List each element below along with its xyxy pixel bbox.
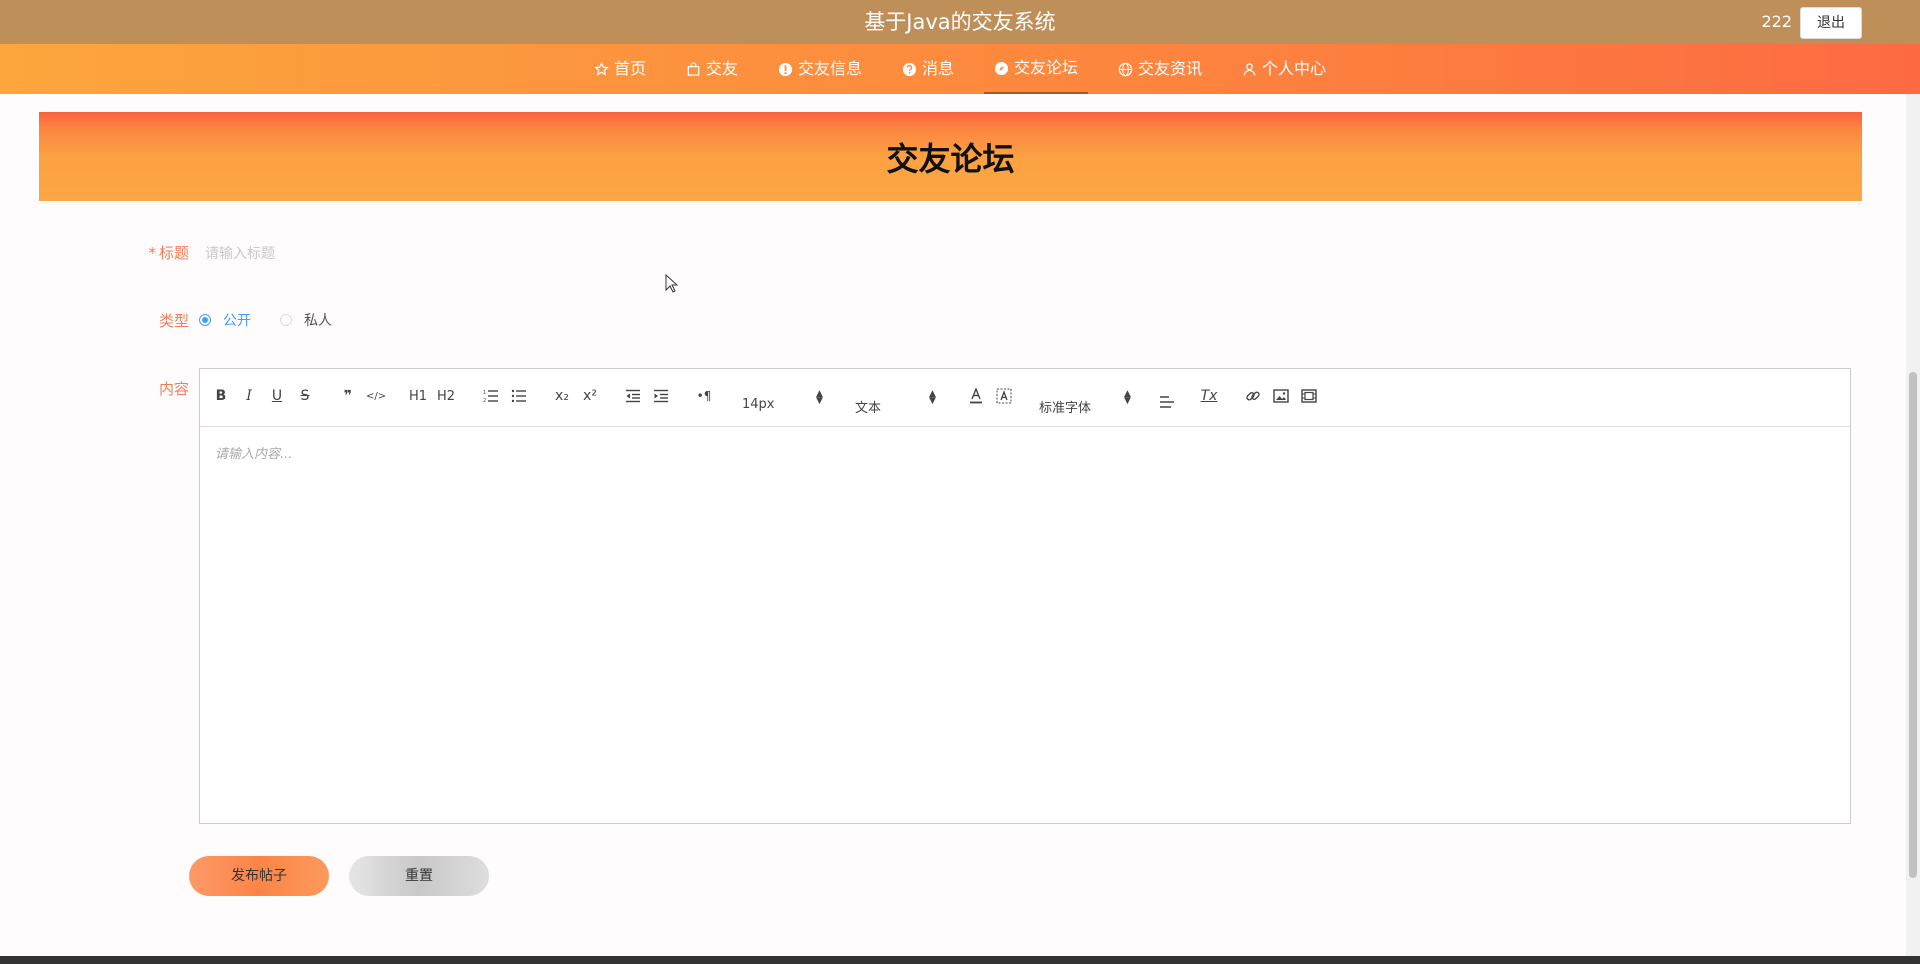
required-mark: *: [148, 244, 156, 262]
nav-item-home[interactable]: 首页: [584, 44, 656, 94]
svg-text:1: 1: [483, 390, 486, 396]
title-label-text: 标题: [158, 244, 189, 262]
font-color-button[interactable]: [966, 385, 986, 407]
bag-icon: [687, 61, 700, 76]
star-icon: [594, 61, 609, 76]
nav-item-dating[interactable]: 交友: [676, 44, 748, 94]
subscript-button[interactable]: x₂: [552, 385, 572, 407]
ordered-list-button[interactable]: 12: [481, 385, 501, 407]
font-color-icon: [970, 388, 982, 404]
bold-button[interactable]: B: [211, 385, 231, 407]
background-color-icon: [996, 388, 1012, 404]
bullet-list-button[interactable]: [509, 385, 529, 407]
nav-label-home: 首页: [613, 59, 646, 78]
link-icon: [1246, 391, 1260, 401]
video-button[interactable]: [1299, 385, 1319, 407]
compass-icon: [994, 61, 1009, 75]
title-label: * 标题: [39, 242, 189, 263]
blockquote-button[interactable]: ❞: [338, 385, 358, 407]
nav-item-forum[interactable]: 交友论坛: [984, 44, 1089, 94]
nav-item-profile[interactable]: 个人中心: [1232, 44, 1336, 94]
info-icon: [778, 62, 793, 76]
radio-public-label: 公开: [223, 313, 251, 329]
superscript-button[interactable]: x²: [580, 385, 600, 407]
editor-toolbar: B I U S ❞ </> H1 H2 12 x₂ x² •¶ 14px ▲ ▼ …: [200, 369, 1850, 427]
nav-item-dating-info[interactable]: 交友信息: [768, 44, 872, 94]
app-title: 基于Java的交友系统: [864, 10, 1056, 34]
align-icon: [1160, 396, 1174, 408]
footer-bar: [0, 956, 1920, 964]
nav-label-dating-info: 交友信息: [797, 59, 862, 78]
page-banner: 交友论坛: [39, 112, 1862, 201]
content-label: 内容: [158, 380, 189, 398]
user-icon: [1243, 62, 1256, 76]
nav-label-forum: 交友论坛: [1014, 58, 1079, 77]
nav-item-news[interactable]: 交友资讯: [1108, 44, 1212, 94]
nav-label-dating: 交友: [705, 59, 738, 78]
underline-button[interactable]: U: [267, 385, 287, 407]
title-input[interactable]: [203, 238, 807, 268]
type-label: 类型: [158, 312, 189, 330]
italic-button[interactable]: I: [239, 385, 259, 407]
link-button[interactable]: [1243, 385, 1263, 407]
editor-content-area[interactable]: 请输入内容...: [200, 427, 1850, 478]
mouse-cursor-icon: [665, 274, 679, 293]
globe-icon: [1118, 62, 1133, 76]
font-family-arrows-icon: ▲ ▼: [1124, 389, 1131, 406]
background-color-button[interactable]: [994, 385, 1014, 407]
radio-public-dot: [199, 314, 211, 326]
header-select[interactable]: 文本: [855, 397, 881, 416]
header-2-button[interactable]: H2: [436, 385, 456, 407]
video-icon: [1301, 389, 1317, 403]
nav-label-profile: 个人中心: [1262, 59, 1327, 78]
header-1-button[interactable]: H1: [408, 385, 428, 407]
svg-text:2: 2: [483, 398, 486, 403]
publish-post-button[interactable]: 发布帖子: [189, 856, 329, 896]
indent-icon: [654, 389, 668, 403]
radio-public[interactable]: 公开: [199, 310, 251, 330]
reset-button[interactable]: 重置: [349, 856, 489, 896]
radio-private-dot: [280, 314, 292, 326]
outdent-icon: [626, 389, 640, 403]
font-size-select[interactable]: 14px: [742, 397, 775, 412]
top-bar: 基于Java的交友系统 222 退出: [0, 0, 1920, 44]
code-block-button[interactable]: </>: [366, 385, 386, 407]
image-icon: [1273, 389, 1289, 403]
nav-item-messages[interactable]: 消息: [892, 44, 964, 94]
ordered-list-icon: 12: [483, 390, 498, 403]
question-icon: [902, 62, 917, 76]
align-button[interactable]: [1157, 391, 1177, 413]
font-family-select[interactable]: 标准字体: [1039, 397, 1091, 416]
current-username: 222: [1761, 12, 1792, 31]
font-size-arrows-icon: ▲ ▼: [816, 389, 823, 406]
page-scrollbar[interactable]: [1906, 94, 1920, 956]
clear-format-button[interactable]: Tx: [1199, 385, 1219, 407]
strike-button[interactable]: S: [295, 385, 315, 407]
indent-button[interactable]: [651, 385, 671, 407]
nav-label-messages: 消息: [921, 59, 954, 78]
main-nav: 首页 交友 交友信息 消息 交友论坛 交友资讯 个人中心: [0, 44, 1920, 94]
scrollbar-thumb[interactable]: [1909, 372, 1917, 878]
radio-private-label: 私人: [304, 313, 332, 329]
rich-text-editor: B I U S ❞ </> H1 H2 12 x₂ x² •¶ 14px ▲ ▼ …: [199, 368, 1851, 824]
nav-label-news: 交友资讯: [1138, 59, 1203, 78]
image-button[interactable]: [1271, 385, 1291, 407]
logout-button[interactable]: 退出: [1800, 7, 1862, 39]
bullet-list-icon: [511, 389, 526, 403]
text-direction-button[interactable]: •¶: [694, 385, 714, 407]
radio-private[interactable]: 私人: [280, 310, 332, 330]
outdent-button[interactable]: [623, 385, 643, 407]
header-arrows-icon: ▲ ▼: [929, 389, 936, 406]
